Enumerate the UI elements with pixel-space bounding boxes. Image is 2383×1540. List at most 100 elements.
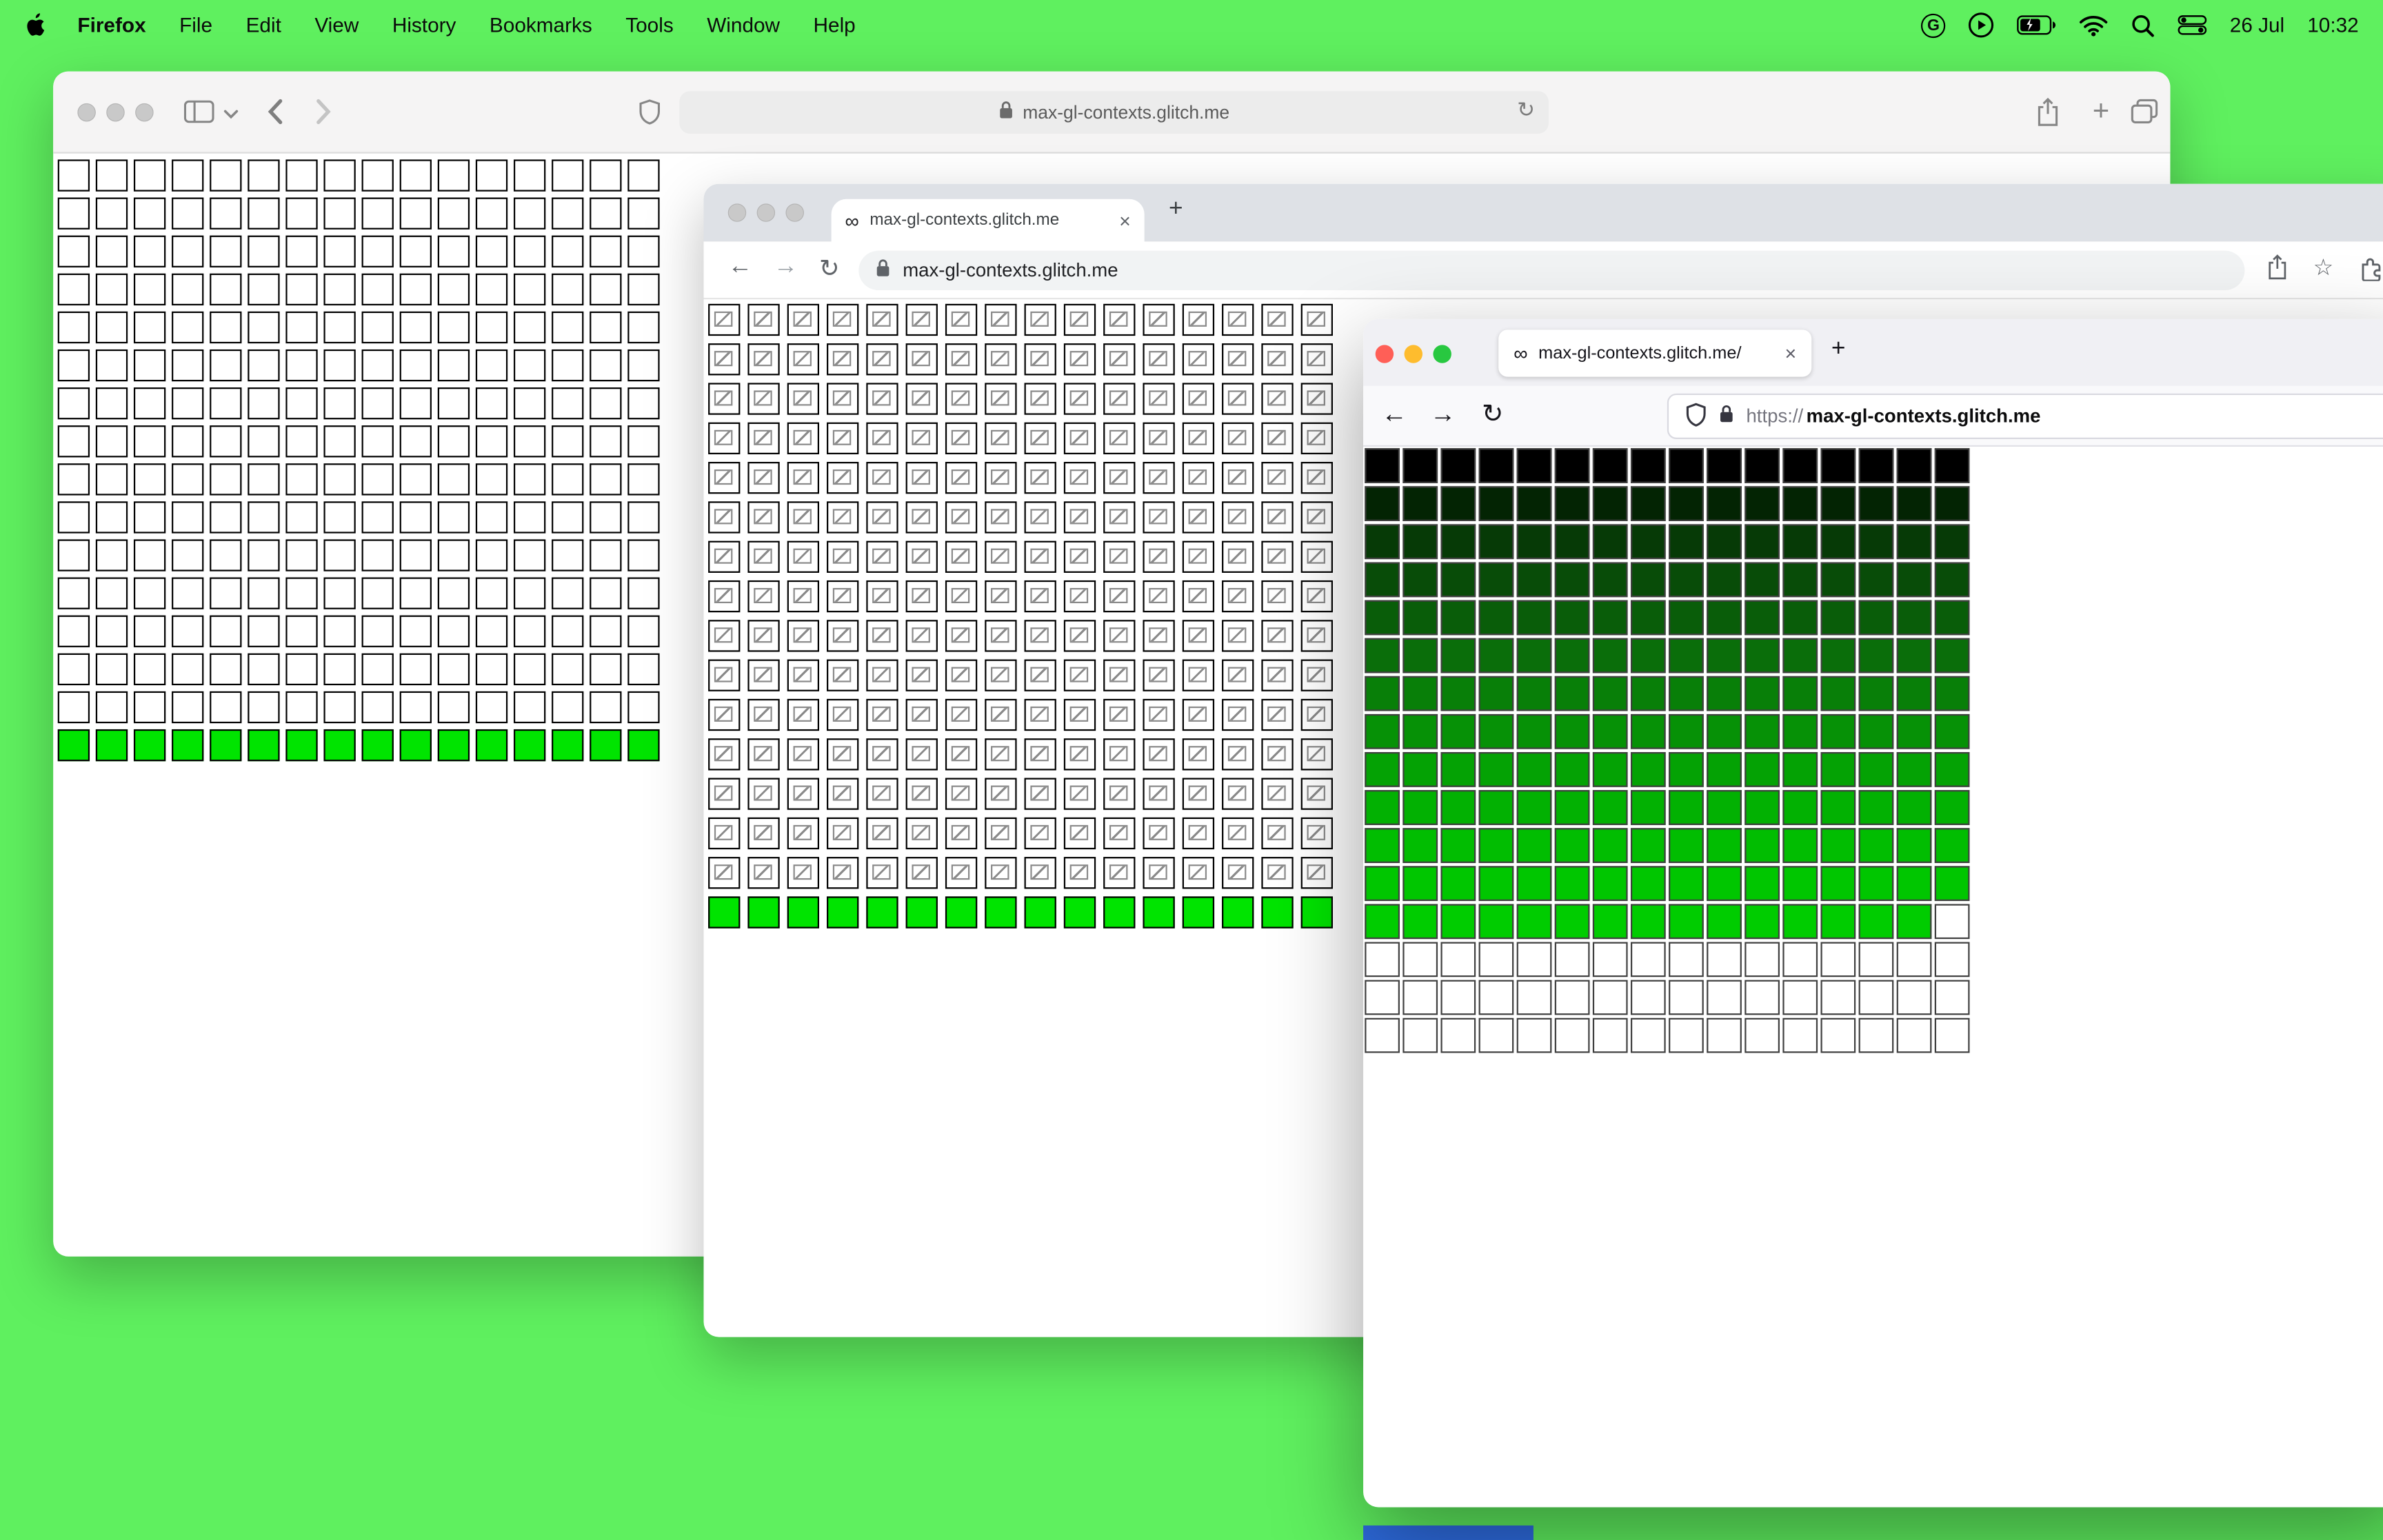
canvas-cell — [905, 857, 938, 889]
canvas-cell — [437, 235, 470, 267]
zoom-window-button[interactable] — [785, 203, 804, 222]
forward-button[interactable]: → — [1430, 400, 1456, 430]
canvas-cell — [285, 197, 318, 230]
canvas-cell — [1630, 942, 1666, 977]
canvas-cell — [1182, 738, 1215, 771]
menu-item-tools[interactable]: Tools — [609, 14, 690, 37]
new-tab-button[interactable]: + — [1831, 336, 1846, 363]
zoom-window-button[interactable] — [1433, 345, 1451, 363]
address-bar[interactable]: https:// max-gl-contexts.glitch.me — [1667, 393, 2383, 439]
canvas-cell — [905, 422, 938, 455]
menu-item-help[interactable]: Help — [796, 14, 872, 37]
canvas-cell — [1143, 738, 1175, 771]
reload-button[interactable]: ↻ — [819, 254, 840, 284]
apple-menu-icon[interactable] — [21, 12, 61, 38]
canvas-cell — [1554, 562, 1590, 598]
menu-item-bookmarks[interactable]: Bookmarks — [473, 14, 609, 37]
spotlight-search-icon[interactable] — [2131, 13, 2155, 37]
back-button[interactable]: ← — [1382, 400, 1407, 430]
canvas-cell — [1182, 343, 1215, 376]
canvas-cell — [1440, 676, 1476, 711]
extensions-puzzle-icon[interactable] — [2359, 255, 2383, 288]
canvas-cell — [285, 501, 318, 534]
share-icon[interactable] — [2266, 254, 2289, 289]
canvas-cell — [1478, 980, 1514, 1015]
canvas-cell — [590, 349, 622, 382]
canvas-cell — [1478, 904, 1514, 940]
canvas-cell — [708, 580, 741, 613]
canvas-cell — [787, 817, 819, 850]
canvas-cell — [1143, 620, 1175, 652]
new-tab-button[interactable]: + — [1169, 196, 1183, 223]
canvas-cell — [1103, 501, 1136, 534]
menu-item-history[interactable]: History — [376, 14, 473, 37]
zoom-window-button[interactable] — [135, 103, 154, 122]
chevron-down-icon[interactable] — [223, 110, 239, 120]
new-tab-button[interactable]: + — [2093, 96, 2109, 129]
canvas-cell — [1896, 524, 1932, 560]
address-bar[interactable]: max-gl-contexts.glitch.me ↻ — [679, 91, 1549, 134]
canvas-cell — [1744, 790, 1780, 825]
canvas-cell — [172, 159, 204, 192]
forward-button[interactable] — [314, 97, 332, 126]
tracking-protection-shield-icon[interactable] — [1685, 402, 1707, 431]
menu-bar-time[interactable]: 10:32 — [2307, 14, 2358, 37]
canvas-cell — [133, 539, 166, 571]
g-app-status-icon[interactable]: G — [1921, 12, 1946, 37]
menu-app-name[interactable]: Firefox — [61, 14, 163, 37]
canvas-cell — [1630, 448, 1666, 483]
canvas-cell — [747, 383, 780, 415]
canvas-cell — [590, 729, 622, 762]
canvas-cell — [172, 653, 204, 686]
menu-item-file[interactable]: File — [163, 14, 229, 37]
reload-button[interactable]: ↻ — [1482, 400, 1503, 430]
canvas-cell — [323, 425, 356, 458]
sidebar-toggle-icon[interactable] — [183, 100, 214, 123]
media-play-status-icon[interactable] — [1969, 12, 1994, 38]
wifi-status-icon[interactable] — [2080, 14, 2109, 36]
minimize-window-button[interactable] — [756, 203, 776, 222]
bookmark-star-icon[interactable]: ☆ — [2313, 254, 2334, 281]
canvas-cell — [57, 273, 90, 306]
canvas-cell — [1554, 828, 1590, 863]
address-bar[interactable]: max-gl-contexts.glitch.me — [858, 250, 2245, 290]
back-button[interactable]: ← — [728, 254, 752, 281]
menu-item-view[interactable]: View — [298, 14, 375, 37]
canvas-cell — [1103, 540, 1136, 573]
canvas-cell — [945, 422, 978, 455]
share-icon[interactable] — [2035, 97, 2060, 128]
close-window-button[interactable] — [1375, 345, 1394, 363]
canvas-cell — [866, 620, 898, 652]
menu-item-window[interactable]: Window — [690, 14, 796, 37]
tab-overview-icon[interactable] — [2131, 99, 2158, 124]
close-window-button[interactable] — [727, 203, 747, 222]
canvas-cell — [1744, 942, 1780, 977]
tab-close-icon[interactable]: × — [1784, 342, 1796, 365]
canvas-cell — [513, 539, 546, 571]
close-window-button[interactable] — [77, 103, 96, 122]
canvas-cell — [1707, 980, 1742, 1015]
canvas-cell — [475, 691, 508, 724]
tab-title: max-gl-contexts.glitch.me — [869, 211, 1060, 230]
browser-tab[interactable]: ∞ max-gl-contexts.glitch.me × — [831, 199, 1145, 242]
privacy-shield-icon[interactable] — [639, 99, 661, 126]
browser-tab[interactable]: ∞ max-gl-contexts.glitch.me/ × — [1498, 330, 1812, 377]
menu-item-edit[interactable]: Edit — [229, 14, 298, 37]
canvas-cell — [590, 311, 622, 344]
canvas-cell — [1554, 980, 1590, 1015]
tab-close-icon[interactable]: × — [1119, 209, 1131, 232]
canvas-cell — [747, 422, 780, 455]
canvas-cell — [1858, 790, 1894, 825]
canvas-cell — [1554, 676, 1590, 711]
control-center-icon[interactable] — [2178, 15, 2207, 35]
forward-button[interactable]: → — [774, 254, 798, 281]
lock-icon[interactable] — [1719, 404, 1734, 428]
canvas-cell — [552, 273, 584, 306]
minimize-window-button[interactable] — [106, 103, 125, 122]
back-button[interactable] — [266, 97, 284, 126]
menu-bar-date[interactable]: 26 Jul — [2230, 14, 2284, 37]
reload-icon[interactable]: ↻ — [1517, 97, 1535, 123]
battery-status-icon[interactable] — [2017, 15, 2056, 35]
minimize-window-button[interactable] — [1404, 345, 1423, 363]
canvas-cell — [747, 540, 780, 573]
